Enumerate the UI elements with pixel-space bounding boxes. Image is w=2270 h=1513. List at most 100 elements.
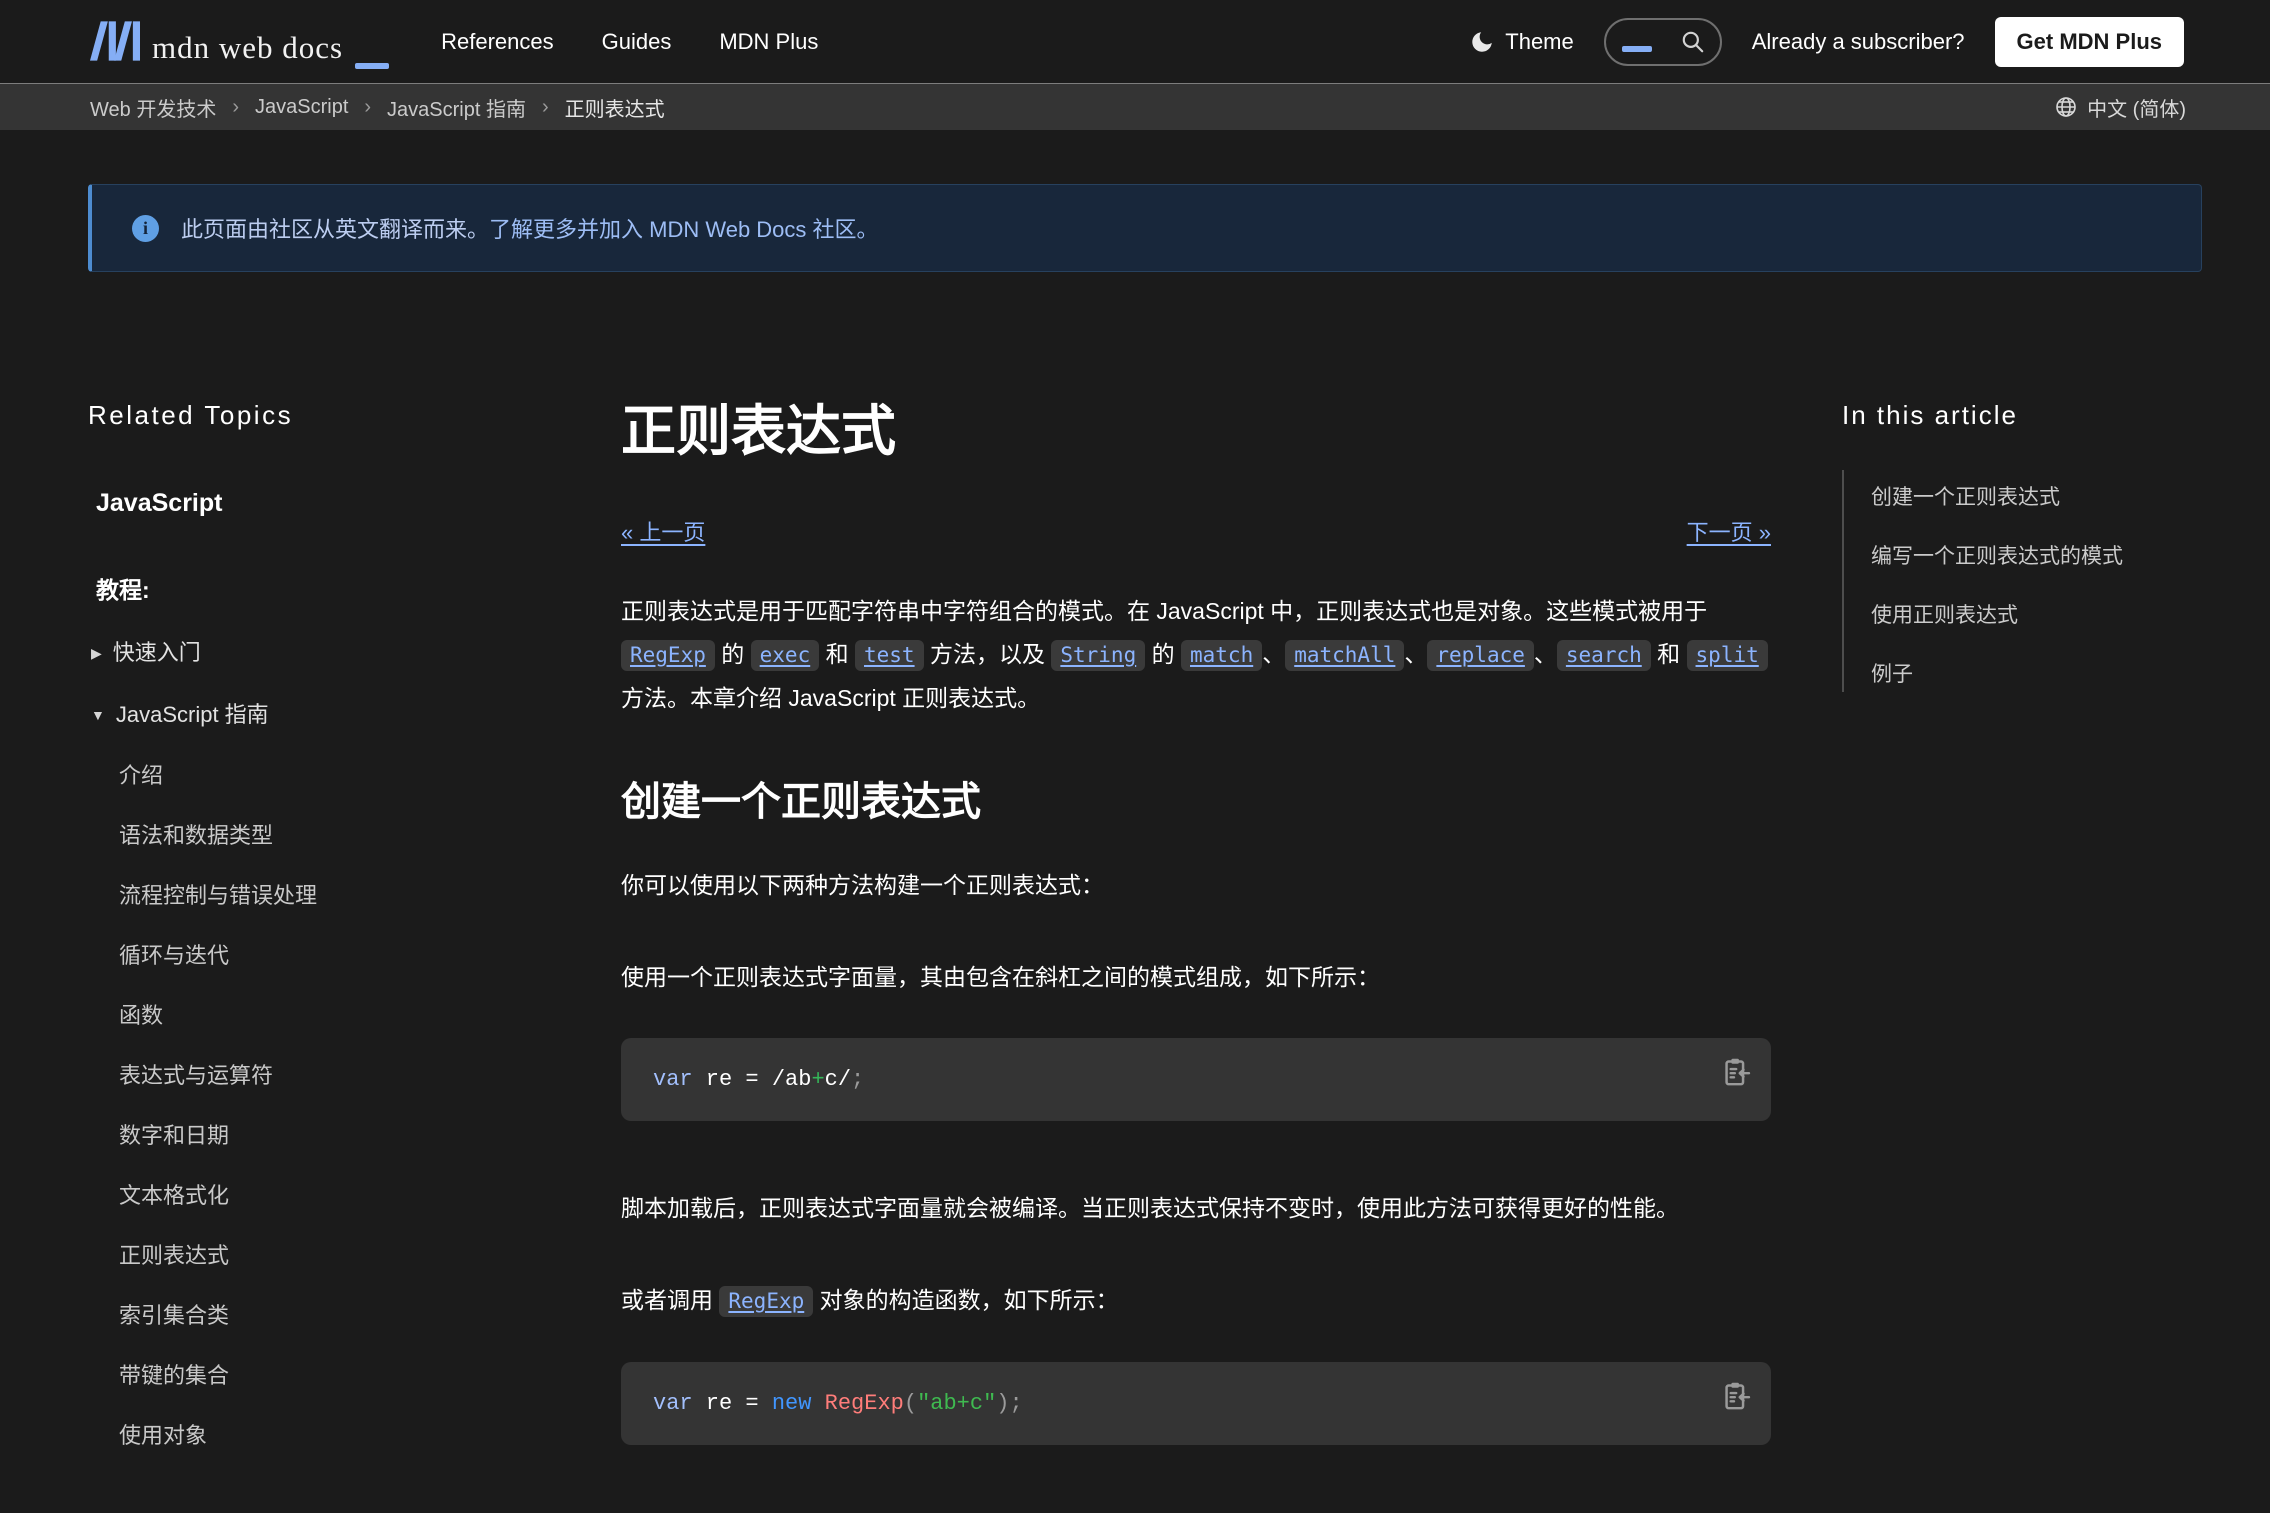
get-mdn-plus-button[interactable]: Get MDN Plus — [1995, 17, 2184, 67]
code-token: + — [811, 1067, 824, 1092]
sidebar-root-javascript[interactable]: JavaScript — [96, 488, 528, 518]
paragraph: 脚本加载后，正则表达式字面量就会被编译。当正则表达式保持不变时，使用此方法可获得… — [621, 1191, 1771, 1225]
code-token: re — [693, 1067, 746, 1092]
code-content: var re = /ab+c/; — [653, 1067, 864, 1092]
inline-code-link[interactable]: matchAll — [1285, 640, 1404, 671]
sidebar-item[interactable]: 函数 — [119, 1004, 528, 1028]
inline-code-link[interactable]: String — [1051, 640, 1145, 671]
breadcrumb-item: 正则表达式 › — [565, 93, 665, 122]
nav-item[interactable]: Guides — [602, 29, 672, 55]
copy-code-button[interactable] — [1713, 1374, 1757, 1418]
toc-title: In this article — [1842, 400, 2212, 430]
code-token: re — [693, 1391, 746, 1416]
banner-message: 此页面由社区从英文翻译而来。 — [181, 217, 489, 242]
globe-icon — [2054, 95, 2078, 119]
breadcrumb-separator: › — [364, 96, 371, 119]
text-segment: 的 — [715, 641, 751, 667]
header-actions: Theme Already a subscriber? Get MDN Plus — [1469, 17, 2184, 67]
search-icon — [1680, 29, 1706, 55]
inline-code-link[interactable]: replace — [1427, 640, 1534, 671]
sidebar-section-quickstart[interactable]: ▶ 快速入门 — [91, 640, 201, 666]
code-token: = — [745, 1391, 771, 1416]
sidebar-item[interactable]: 介绍 — [119, 764, 528, 788]
copy-code-button[interactable] — [1713, 1050, 1757, 1094]
code-token: RegExp — [825, 1391, 904, 1416]
toc-item[interactable]: 使用正则表达式 — [1871, 604, 2212, 627]
code-token: ( — [904, 1391, 917, 1416]
breadcrumb-separator: › — [232, 96, 239, 119]
code-token: c/ — [825, 1067, 851, 1092]
breadcrumb: Web 开发技术 › JavaScript › JavaScript 指南 › … — [90, 93, 665, 122]
mdn-logo-icon — [90, 21, 140, 61]
inline-code-link[interactable]: RegExp — [621, 640, 715, 671]
sidebar-item[interactable]: 循环与迭代 — [119, 944, 528, 968]
sidebar-guide-pages: 介绍语法和数据类型流程控制与错误处理循环与迭代函数表达式与运算符数字和日期文本格… — [88, 764, 528, 1448]
inline-code-link[interactable]: split — [1687, 640, 1768, 671]
chevron-down-icon: ▼ — [91, 702, 105, 728]
breadcrumb-link[interactable]: JavaScript — [255, 96, 348, 119]
sidebar-item[interactable]: 带键的集合 — [119, 1364, 528, 1388]
next-page-link[interactable]: 下一页 » — [1687, 520, 1771, 546]
site-header: mdn web docs References Guides MDN Plus Th… — [0, 0, 2270, 83]
toc-item[interactable]: 创建一个正则表达式 — [1871, 486, 2212, 509]
code-token: /ab — [772, 1067, 812, 1092]
text-segment: 的 — [1145, 641, 1181, 667]
copy-icon — [1719, 1380, 1752, 1413]
breadcrumb-link[interactable]: JavaScript 指南 — [387, 93, 526, 122]
breadcrumb-link[interactable]: Web 开发技术 — [90, 93, 216, 122]
inline-code-link[interactable]: exec — [751, 640, 820, 671]
sidebar-item[interactable]: 文本格式化 — [119, 1184, 528, 1208]
sidebar-item[interactable]: 正则表达式 — [119, 1244, 528, 1268]
breadcrumb-bar: Web 开发技术 › JavaScript › JavaScript 指南 › … — [0, 83, 2270, 130]
copy-icon — [1719, 1056, 1752, 1089]
inline-code-link[interactable]: search — [1557, 640, 1651, 671]
main-nav: References Guides MDN Plus — [441, 29, 818, 55]
text-segment: 方法。本章介绍 JavaScript 正则表达式。 — [621, 685, 1040, 711]
sidebar-item[interactable]: 使用对象 — [119, 1424, 528, 1448]
sidebar-item[interactable]: 语法和数据类型 — [119, 824, 528, 848]
intro-paragraph: 正则表达式是用于匹配字符串中字符组合的模式。在 JavaScript 中，正则表… — [621, 590, 1771, 720]
theme-toggle[interactable]: Theme — [1469, 29, 1573, 55]
search-cursor — [1622, 46, 1652, 52]
sidebar-group-tutorials: 教程: — [96, 576, 528, 604]
breadcrumb-link[interactable]: 正则表达式 — [565, 93, 665, 122]
inline-code-link[interactable]: match — [1181, 640, 1262, 671]
search-box[interactable] — [1604, 18, 1722, 66]
sidebar-item[interactable]: 索引集合类 — [119, 1304, 528, 1328]
text-segment: 对象的构造函数，如下所示： — [813, 1287, 1118, 1313]
code-token: ; — [851, 1067, 864, 1092]
sidebar-item[interactable]: 数字和日期 — [119, 1124, 528, 1148]
paragraph: 你可以使用以下两种方法构建一个正则表达式： — [621, 868, 1771, 902]
inline-code-link[interactable]: RegExp — [719, 1286, 813, 1317]
code-token: = — [745, 1067, 771, 1092]
code-token: ); — [996, 1391, 1022, 1416]
related-topics-sidebar: Related Topics JavaScript 教程: ▶ 快速入门 ▼ J… — [88, 400, 528, 1484]
text-segment: 正则表达式是用于匹配字符串中字符组合的模式。在 JavaScript 中，正则表… — [621, 598, 1707, 624]
inline-code-link[interactable]: test — [855, 640, 924, 671]
code-block-literal: var re = /ab+c/; — [621, 1038, 1771, 1121]
paragraph: 使用一个正则表达式字面量，其由包含在斜杠之间的模式组成，如下所示： — [621, 960, 1771, 994]
mdn-logo[interactable]: mdn web docs — [90, 21, 389, 63]
prev-page-link[interactable]: « 上一页 — [621, 520, 705, 546]
sidebar-item[interactable]: 表达式与运算符 — [119, 1064, 528, 1088]
sidebar-item[interactable]: 流程控制与错误处理 — [119, 884, 528, 908]
toc-item[interactable]: 编写一个正则表达式的模式 — [1871, 545, 2212, 568]
nav-item[interactable]: MDN Plus — [719, 29, 818, 55]
breadcrumb-item: JavaScript › — [255, 96, 387, 119]
nav-item[interactable]: References — [441, 29, 554, 55]
brand-wordmark: mdn web docs — [152, 32, 343, 63]
text-segment: 和 — [819, 641, 855, 667]
toc-item[interactable]: 例子 — [1871, 663, 2212, 686]
breadcrumb-item: Web 开发技术 › — [90, 93, 255, 122]
section-heading-create-regexp: 创建一个正则表达式 — [621, 778, 1771, 826]
page-title: 正则表达式 — [621, 398, 1771, 464]
code-block-constructor: var re = new RegExp("ab+c"); — [621, 1362, 1771, 1445]
code-token — [811, 1391, 824, 1416]
banner-community-link[interactable]: 了解更多并加入 MDN Web Docs 社区。 — [489, 217, 879, 242]
language-switcher[interactable]: 中文 (简体) — [2054, 93, 2186, 122]
sidebar-section-js-guide[interactable]: ▼ JavaScript 指南 — [91, 702, 269, 728]
code-token: var — [653, 1391, 693, 1416]
text-segment: 、 — [1404, 641, 1427, 667]
translation-note-banner: i 此页面由社区从英文翻译而来。了解更多并加入 MDN Web Docs 社区。 — [88, 184, 2202, 272]
breadcrumb-item: JavaScript 指南 › — [387, 93, 565, 122]
